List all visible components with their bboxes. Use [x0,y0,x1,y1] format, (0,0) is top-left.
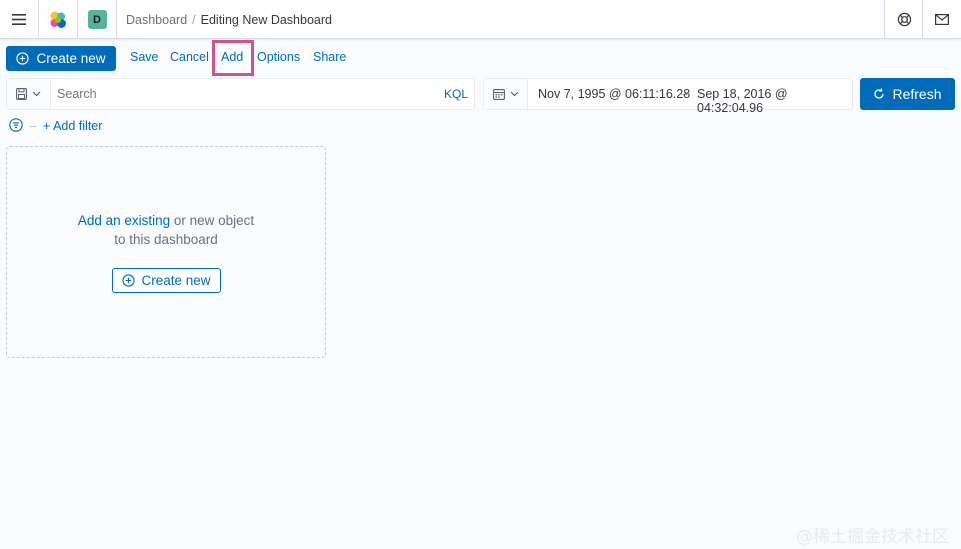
newsfeed-mail-icon[interactable] [923,0,961,39]
empty-dashboard-panel: Add an existing or new object to this da… [6,146,326,358]
header-divider [116,0,117,39]
help-icon[interactable] [885,0,923,39]
quick-select-button[interactable] [484,79,528,109]
calendar-icon [492,89,505,100]
search-input[interactable] [57,87,437,101]
save-link[interactable]: Save [130,50,159,64]
add-highlight-box [212,40,254,76]
refresh-icon [874,88,885,99]
chevron-down-icon [510,91,518,97]
kql-toggle[interactable]: KQL [444,87,468,101]
refresh-button[interactable]: Refresh [860,78,955,110]
save-disk-icon [16,88,27,100]
saved-query-button[interactable] [7,79,51,109]
filter-options-icon[interactable] [9,118,23,132]
breadcrumb-current: Editing New Dashboard [200,12,332,27]
date-picker: Nov 7, 1995 @ 06:11:16.28 → Sep 18, 2016… [483,78,853,115]
empty-prompt-line1: Add an existing or new object [7,213,325,228]
query-bar: KQL [6,78,475,110]
empty-prompt-text: or new object [170,213,255,228]
breadcrumb: Dashboard / Editing New Dashboard [126,0,332,39]
space-avatar: D [87,10,107,29]
end-date[interactable]: Sep 18, 2016 @ 04:32:04.96 [697,87,852,115]
add-existing-link[interactable]: Add an existing [78,213,170,228]
breadcrumb-dashboard[interactable]: Dashboard [126,13,187,27]
filter-divider [30,126,36,127]
create-new-panel-button[interactable]: Create new [112,268,221,293]
cancel-link[interactable]: Cancel [170,50,209,64]
menu-icon[interactable] [0,0,38,39]
breadcrumb-separator: / [192,12,196,27]
create-new-label: Create new [36,51,106,66]
plus-circle-icon [16,52,30,65]
space-selector[interactable]: D [78,0,116,39]
add-filter-link[interactable]: + Add filter [43,119,102,133]
arrow-right-icon: → [679,87,690,99]
create-new-button[interactable]: Create new [6,46,116,71]
top-header: D Dashboard / Editing New Dashboard [0,0,961,39]
share-link[interactable]: Share [313,50,346,64]
elastic-logo-icon[interactable] [39,0,77,39]
plus-circle-icon [122,274,136,287]
chevron-down-icon [32,91,41,97]
empty-prompt-line2: to this dashboard [114,232,218,247]
options-link[interactable]: Options [257,50,300,64]
watermark: @稀土掘金技术社区 [796,527,949,547]
refresh-label: Refresh [892,86,942,102]
create-new-panel-label: Create new [141,273,211,288]
start-date[interactable]: Nov 7, 1995 @ 06:11:16.28 [538,87,690,101]
